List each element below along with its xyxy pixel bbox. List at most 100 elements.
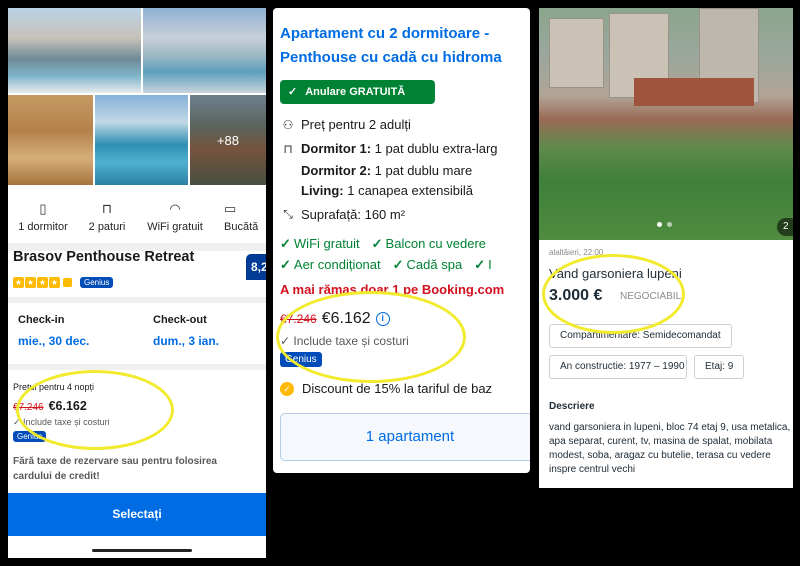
review-score-badge[interactable]: 8,2	[246, 254, 266, 280]
living-value: 1 canapea extensibilă	[343, 183, 473, 198]
feature-item: ✓ Aer condiționat	[280, 257, 381, 273]
bedroom1-label: Dormitor 1:	[301, 141, 372, 156]
description-heading: Descriere	[549, 401, 595, 412]
checkmark-icon: ✓	[474, 257, 486, 272]
genius-badge: Genius	[280, 352, 322, 367]
info-icon[interactable]: i	[375, 312, 390, 326]
fee-note: Fără taxe de rezervare sau pentru folosi…	[13, 456, 217, 482]
divider	[8, 297, 266, 303]
thumbs-up-icon	[63, 278, 72, 287]
checkin-label: Check-in	[18, 314, 65, 326]
star-icon: ★	[37, 277, 48, 288]
star-icon: ★	[49, 277, 60, 288]
feature-item: ✓ Balcon cu vedere	[372, 236, 486, 252]
kitchen-icon: ▭	[224, 201, 237, 216]
amenity-kitchen: ▭ Bucătă	[214, 191, 266, 243]
discounted-price: €6.162	[48, 399, 87, 413]
listing-price: 3.000 €	[549, 287, 603, 304]
checkin-date[interactable]: mie., 30 dec.	[18, 334, 89, 348]
bed-icon: ⊓	[101, 201, 113, 216]
bed-icon: ⊓	[283, 141, 293, 156]
features-row: ✓ WiFi gratuit ✓ Balcon cu vedere	[280, 236, 486, 252]
description-text: vand garsoniera in lupeni, bloc 74 etaj …	[549, 422, 791, 475]
sauna-photo[interactable]	[8, 95, 93, 185]
booking-property-panel: +88 ▯ 1 dormitor ⊓ 2 paturi ◠ WiFi gratu…	[8, 8, 266, 558]
bedroom1-line: ⊓ Dormitor 1: 1 pat dublu extra-larg	[280, 141, 498, 156]
feature-label: WiFi gratuit	[293, 236, 360, 251]
feature-item: ✓ Cadă spa	[393, 257, 463, 273]
divider	[8, 364, 266, 370]
scarcity-alert: A mai rămas doar 1 pe Booking.com	[280, 282, 505, 297]
hotel-name: Brasov Penthouse Retreat	[13, 249, 195, 265]
floor-chip: Etaj: 9	[694, 355, 745, 379]
booking-room-panel: Apartament cu 2 dormitoare - Penthouse c…	[273, 8, 530, 473]
listing-title: Vand garsoniera lupeni	[549, 266, 682, 281]
free-cancellation-badge: ✓ Anulare GRATUITĂ	[280, 80, 435, 104]
amenity-label: 2 paturi	[88, 221, 126, 233]
wifi-icon: ◠	[169, 201, 181, 216]
bedroom2-value: 1 pat dublu mare	[371, 163, 473, 178]
discount-line: ✓ Discount de 15% la tariful de baz	[280, 381, 492, 396]
select-apartment-button[interactable]: 1 apartament	[280, 413, 530, 461]
carousel-dots[interactable]	[657, 222, 672, 227]
feature-label: Aer condiționat	[293, 257, 381, 272]
feature-label: Balcon cu vedere	[385, 236, 486, 251]
bedroom2-line: Dormitor 2: 1 pat dublu mare	[301, 163, 472, 178]
amenity-label: 1 dormitor	[18, 221, 68, 233]
original-price: €7.246	[13, 402, 44, 413]
occupancy-label: Preț pentru 2 adulți	[301, 117, 411, 132]
bedroom2-label: Dormitor 2:	[301, 163, 372, 178]
occupancy-line: ⚇ Preț pentru 2 adulți	[280, 117, 411, 132]
free-cancellation-label: Anulare GRATUITĂ	[305, 86, 406, 98]
price-label: Prețul pentru 4 nopți	[13, 382, 95, 392]
amenity-label: Bucătă	[224, 221, 259, 233]
living-line: Living: 1 canapea extensibilă	[301, 183, 473, 198]
hot-tub-photo[interactable]	[8, 8, 141, 93]
room-title-line: Apartament cu 2 dormitoare -	[280, 25, 490, 42]
expand-arrows-icon: ⤡	[283, 207, 293, 221]
building-shape	[549, 18, 604, 88]
feature-item: ✓ I	[474, 257, 492, 273]
home-indicator[interactable]	[92, 549, 192, 552]
jacuzzi-photo[interactable]	[95, 95, 188, 185]
area-label: Suprafață: 160 m²	[301, 207, 406, 222]
star-rating: ★ ★ ★ ★ Genius	[13, 277, 114, 288]
layout-chip: Compartimentare: Semidecomandat	[549, 324, 732, 348]
roof-shape	[634, 78, 754, 106]
star-icon: ★	[13, 277, 24, 288]
star-icon: ★	[25, 277, 36, 288]
select-button[interactable]: Selectați	[8, 493, 266, 536]
amenity-label: WiFi gratuit	[147, 221, 203, 233]
taxes-note: ✓ Include taxe și costuri	[13, 417, 110, 427]
negotiable-label: NEGOCIABIL	[620, 291, 682, 302]
rooftop-pool-photo[interactable]	[143, 8, 266, 93]
more-photos-tile[interactable]: +88	[190, 95, 266, 185]
listing-photo[interactable]: 2	[539, 8, 793, 240]
checkmark-icon: ✓	[392, 257, 404, 272]
discount-check-icon: ✓	[280, 381, 294, 396]
room-title-line: Penthouse cu cadă cu hidroma	[280, 49, 502, 66]
apartment-listing-panel: 2 alaltăieri, 22:00 Vand garsoniera lupe…	[539, 8, 793, 488]
checkmark-icon: ✓	[280, 257, 291, 272]
posted-date: alaltăieri, 22:00	[549, 248, 604, 257]
people-icon: ⚇	[282, 117, 294, 132]
feature-item: ✓ WiFi gratuit	[280, 236, 360, 252]
room-title[interactable]: Apartament cu 2 dormitoare - Penthouse c…	[280, 22, 530, 70]
original-price: €7.246	[280, 312, 317, 326]
bedroom1-value: 1 pat dublu extra-larg	[371, 141, 498, 156]
living-label: Living:	[301, 183, 344, 198]
price-row: €7.246 €6.162	[13, 399, 87, 413]
checkout-label: Check-out	[153, 314, 207, 326]
checkmark-icon: ✓	[371, 236, 383, 251]
amenity-beds: ⊓ 2 paturi	[78, 191, 136, 243]
construction-year-chip: An constructie: 1977 – 1990	[549, 355, 687, 379]
checkout-date[interactable]: dum., 3 ian.	[153, 334, 219, 348]
discount-label: Discount de 15% la tariful de baz	[302, 381, 493, 396]
genius-badge: Genius	[80, 277, 114, 288]
area-line: ⤡ Suprafață: 160 m²	[280, 207, 405, 222]
genius-badge: Genius	[13, 431, 47, 442]
discounted-price: €6.162	[321, 310, 371, 327]
features-row: ✓ Aer condiționat ✓ Cadă spa ✓ I	[280, 257, 492, 273]
amenity-bedrooms: ▯ 1 dormitor	[8, 191, 78, 243]
amenity-wifi: ◠ WiFi gratuit	[136, 191, 214, 243]
